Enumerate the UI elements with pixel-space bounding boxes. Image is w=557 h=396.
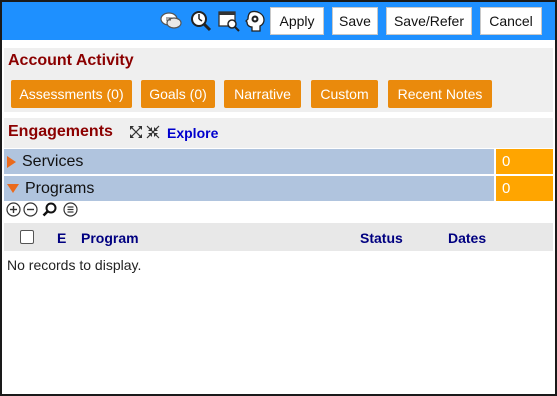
search-icon[interactable] bbox=[42, 202, 57, 217]
account-activity-title: Account Activity bbox=[8, 52, 134, 69]
top-toolbar: Apply Save Save/Refer Cancel bbox=[2, 2, 555, 40]
window-search-icon[interactable] bbox=[217, 9, 241, 33]
custom-button[interactable]: Custom bbox=[311, 80, 378, 108]
narrative-button[interactable]: Narrative bbox=[224, 80, 301, 108]
expand-all-icon[interactable] bbox=[129, 125, 143, 139]
column-header-program[interactable]: Program bbox=[81, 230, 139, 246]
services-row[interactable]: Services bbox=[4, 149, 494, 174]
chat-bubbles-icon[interactable] bbox=[159, 9, 183, 33]
programs-label: Programs bbox=[25, 179, 95, 197]
app-window: Apply Save Save/Refer Cancel Account Act… bbox=[0, 0, 557, 396]
expand-arrow-icon bbox=[7, 155, 16, 168]
engagements-title: Engagements bbox=[8, 123, 113, 140]
add-icon[interactable] bbox=[6, 202, 21, 217]
search-history-icon[interactable] bbox=[189, 9, 213, 33]
recent-notes-button[interactable]: Recent Notes bbox=[388, 80, 492, 108]
services-label: Services bbox=[22, 152, 84, 170]
save-refer-button[interactable]: Save/Refer bbox=[386, 7, 472, 35]
list-icon[interactable] bbox=[63, 202, 78, 217]
empty-grid-message: No records to display. bbox=[7, 257, 142, 273]
collapse-all-icon[interactable] bbox=[146, 125, 160, 139]
column-header-status[interactable]: Status bbox=[360, 230, 403, 246]
remove-icon[interactable] bbox=[23, 202, 38, 217]
column-header-dates[interactable]: Dates bbox=[448, 230, 486, 246]
assessments-button[interactable]: Assessments (0) bbox=[11, 80, 132, 108]
programs-row[interactable]: Programs bbox=[4, 176, 494, 201]
goals-button[interactable]: Goals (0) bbox=[141, 80, 215, 108]
select-all-checkbox[interactable] bbox=[20, 230, 34, 244]
gear-settings-icon[interactable] bbox=[244, 9, 268, 33]
save-button[interactable]: Save bbox=[332, 7, 378, 35]
apply-button[interactable]: Apply bbox=[270, 7, 324, 35]
programs-grid-header: E Program Status Dates bbox=[4, 223, 553, 251]
column-header-e[interactable]: E bbox=[57, 230, 66, 246]
services-count: 0 bbox=[496, 149, 553, 174]
explore-link[interactable]: Explore bbox=[167, 125, 218, 141]
programs-count: 0 bbox=[496, 176, 553, 201]
cancel-button[interactable]: Cancel bbox=[480, 7, 542, 35]
collapse-arrow-icon bbox=[7, 184, 19, 193]
